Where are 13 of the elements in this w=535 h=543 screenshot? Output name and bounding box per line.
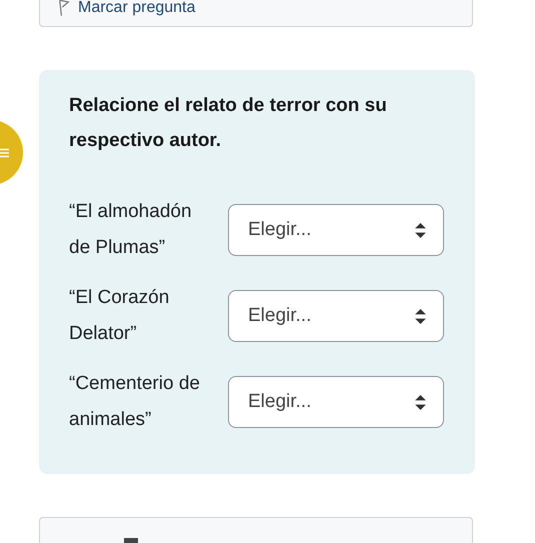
question-prompt: Relacione el relato de terror con su respectivo autor. <box>69 94 388 153</box>
flag-icon <box>58 0 70 17</box>
item-label: “Cementerio de animales” <box>69 372 201 432</box>
select-field[interactable]: Elegir... <box>228 376 444 428</box>
select-field[interactable]: Elegir... <box>228 290 444 342</box>
sort-icon <box>415 394 426 410</box>
item-label: “El Corazón Delator” <box>69 286 170 346</box>
marker-icon <box>124 538 138 543</box>
select-field[interactable]: Elegir... <box>228 204 444 256</box>
sort-icon <box>415 308 426 324</box>
item-label: “El almohadón de Plumas” <box>69 200 193 260</box>
sort-icon <box>415 222 426 238</box>
flag-question-link[interactable]: Marcar pregunta <box>78 0 196 18</box>
